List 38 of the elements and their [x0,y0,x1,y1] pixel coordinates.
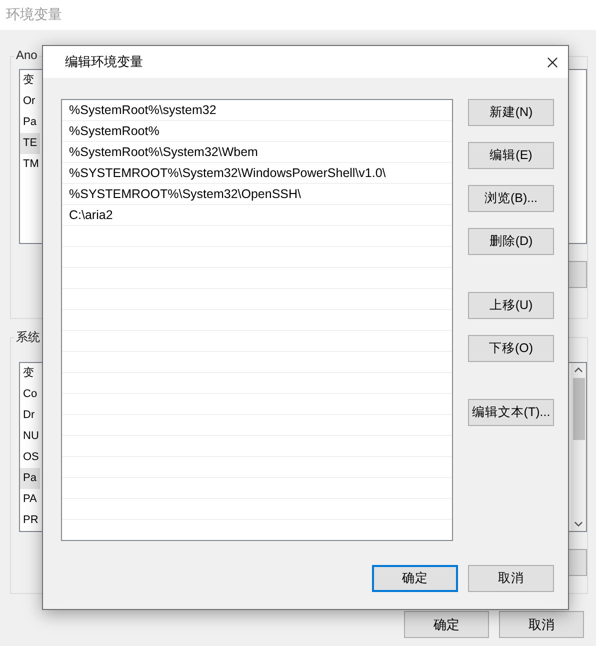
path-item[interactable]: C:\aria2 [62,205,452,226]
list-item[interactable]: TM [20,154,40,175]
list-item[interactable]: 变 [20,363,40,384]
dialog-title: 编辑环境变量 [65,53,143,71]
list-item[interactable]: 变 [20,70,40,91]
list-item[interactable]: TE [20,133,40,154]
scrollbar[interactable] [571,363,586,531]
close-icon[interactable] [547,56,558,68]
path-item[interactable]: %SystemRoot%\System32\Wbem [62,142,452,163]
path-item[interactable]: %SYSTEMROOT%\System32\OpenSSH\ [62,184,452,205]
action-button[interactable]: 编辑(E) [468,142,554,169]
list-item[interactable]: PA [20,489,40,510]
action-button[interactable]: 编辑文本(T)... [468,399,554,426]
list-item[interactable]: Or [20,91,40,112]
ok-button[interactable]: 确定 [372,565,458,592]
list-item[interactable]: Pa [20,468,40,489]
list-item[interactable]: PR [20,510,40,531]
scroll-down-icon[interactable] [574,521,583,527]
list-item[interactable]: NU [20,426,40,447]
dialog-button[interactable]: 确定 [404,611,489,638]
action-button[interactable]: 浏览(B)... [468,185,554,212]
path-item[interactable]: %SystemRoot%\system32 [62,100,452,121]
path-item[interactable]: %SYSTEMROOT%\System32\WindowsPowerShell\v1.0\ [62,163,452,184]
action-button[interactable]: 新建(N) [468,99,554,126]
scroll-thumb[interactable] [572,378,584,440]
action-button[interactable]: 删除(D) [468,228,554,255]
window-title: 环境变量 [6,6,62,24]
group-label: Ano [14,48,40,62]
scroll-up-icon[interactable] [574,367,583,373]
list-item[interactable]: OS [20,447,40,468]
list-item[interactable]: Dr [20,405,40,426]
dialog-button[interactable]: 取消 [499,611,584,638]
path-item[interactable]: %SystemRoot% [62,121,452,142]
action-button[interactable]: 下移(O) [468,335,554,362]
list-item[interactable]: Co [20,384,40,405]
cancel-button[interactable]: 取消 [468,565,554,592]
action-button[interactable]: 上移(U) [468,292,554,319]
list-item[interactable]: Pa [20,112,40,133]
